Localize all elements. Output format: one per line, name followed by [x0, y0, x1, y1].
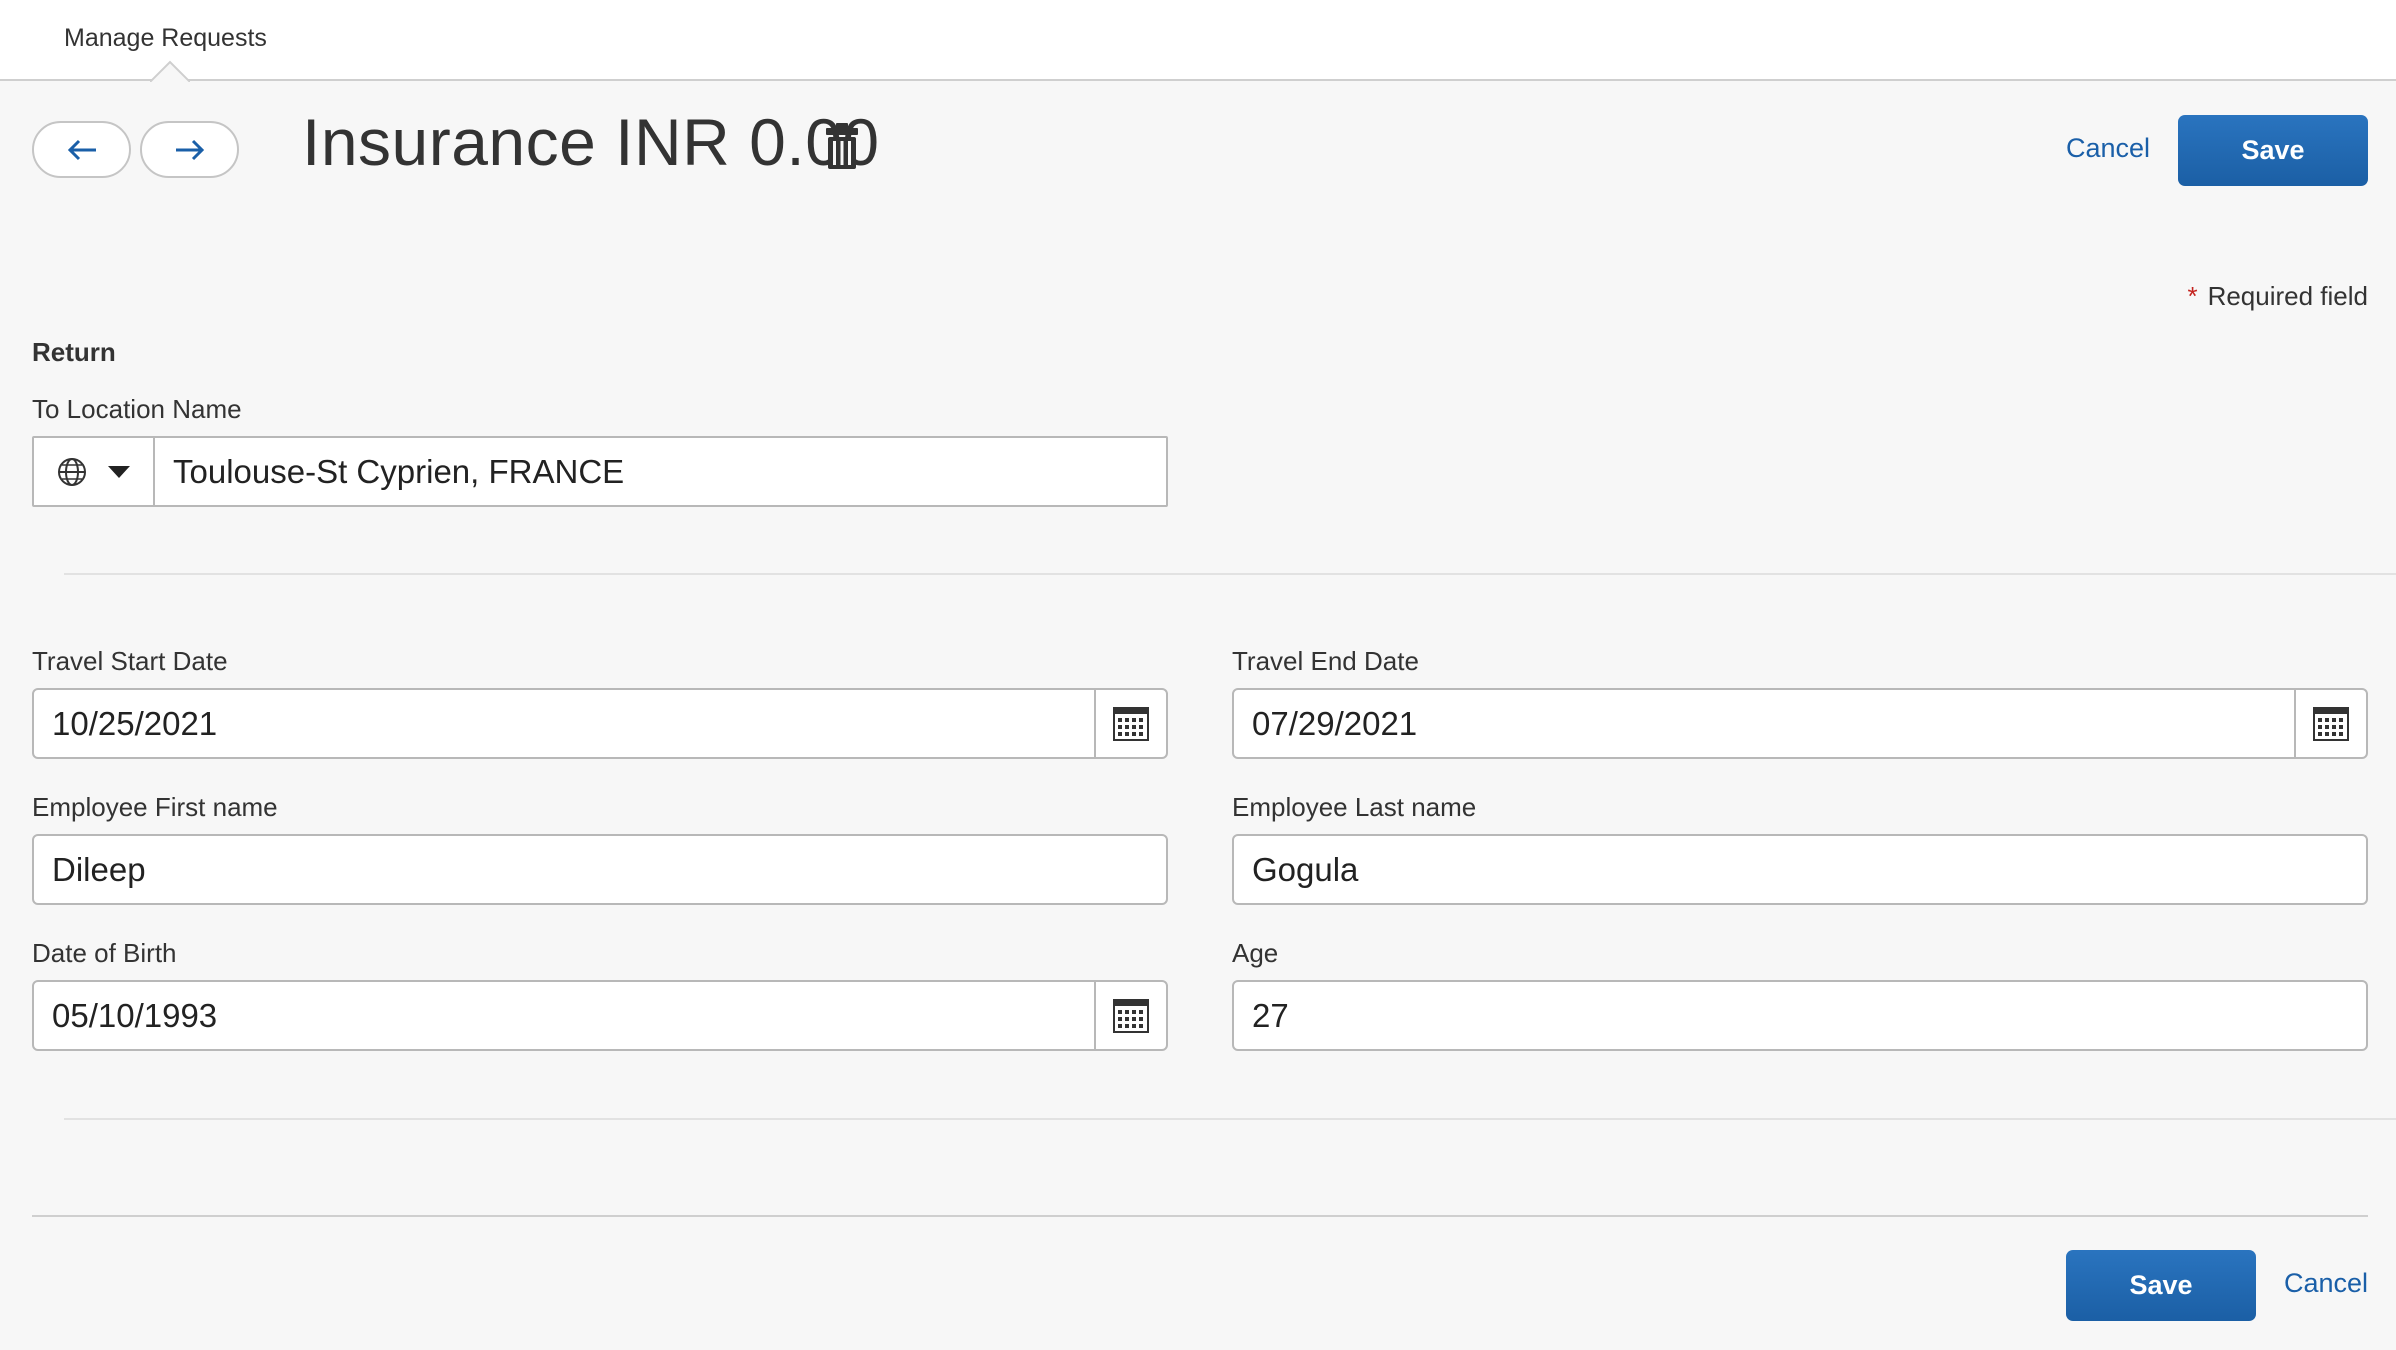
previous-button[interactable] [32, 121, 131, 178]
calendar-icon [1113, 706, 1149, 741]
to-location-label: To Location Name [32, 394, 242, 424]
next-button[interactable] [140, 121, 239, 178]
date-of-birth-label: Date of Birth [32, 938, 177, 968]
arrow-right-icon [175, 139, 204, 160]
last-name-field: Gogula [1232, 834, 2368, 905]
travel-start-date-field: 10/25/2021 [32, 688, 1168, 759]
travel-end-date-input[interactable]: 07/29/2021 [1234, 705, 2294, 743]
first-name-label: Employee First name [32, 792, 278, 822]
section-divider [64, 573, 2396, 575]
footer-save-button[interactable]: Save [2066, 1250, 2256, 1321]
section-heading-return: Return [32, 337, 116, 367]
top-tab-bar: Manage Requests [0, 0, 2396, 82]
to-location-field: Toulouse-St Cyprien, FRANCE [32, 436, 1168, 507]
travel-start-date-label: Travel Start Date [32, 646, 228, 676]
date-of-birth-field: 05/10/1993 [32, 980, 1168, 1051]
header-cancel-link[interactable]: Cancel [2066, 133, 2150, 164]
travel-end-date-field: 07/29/2021 [1232, 688, 2368, 759]
last-name-input[interactable]: Gogula [1234, 851, 2366, 889]
arrow-left-icon [67, 139, 96, 160]
required-text: Required field [2207, 281, 2368, 311]
caret-down-icon [108, 465, 131, 478]
tab-active-caret [150, 60, 190, 82]
required-field-note: * Required field [2187, 281, 2368, 312]
globe-icon [57, 457, 86, 486]
tab-manage-requests[interactable]: Manage Requests [64, 24, 267, 53]
calendar-icon [1113, 998, 1149, 1033]
age-label: Age [1232, 938, 1279, 968]
footer-cancel-link[interactable]: Cancel [2284, 1268, 2368, 1299]
footer-divider [32, 1215, 2368, 1217]
date-of-birth-calendar-button[interactable] [1094, 982, 1166, 1049]
first-name-input[interactable]: Dileep [34, 851, 1166, 889]
travel-end-date-calendar-button[interactable] [2294, 690, 2366, 757]
last-name-label: Employee Last name [1232, 792, 1477, 822]
age-input[interactable]: 27 [1234, 997, 2366, 1035]
calendar-icon [2313, 706, 2349, 741]
to-location-input[interactable]: Toulouse-St Cyprien, FRANCE [155, 453, 1166, 491]
section-divider [64, 1118, 2396, 1120]
header-save-button[interactable]: Save [2178, 115, 2368, 186]
age-field: 27 [1232, 980, 2368, 1051]
page-title: Insurance INR 0.00 [302, 104, 880, 181]
trash-icon[interactable] [825, 121, 859, 171]
required-star: * [2187, 281, 2198, 311]
date-of-birth-input[interactable]: 05/10/1993 [34, 997, 1094, 1035]
travel-start-date-input[interactable]: 10/25/2021 [34, 705, 1094, 743]
page-title-text: Insurance INR 0.00 [302, 105, 880, 179]
travel-end-date-label: Travel End Date [1232, 646, 1419, 676]
first-name-field: Dileep [32, 834, 1168, 905]
location-type-dropdown[interactable] [34, 438, 155, 505]
travel-start-date-calendar-button[interactable] [1094, 690, 1166, 757]
